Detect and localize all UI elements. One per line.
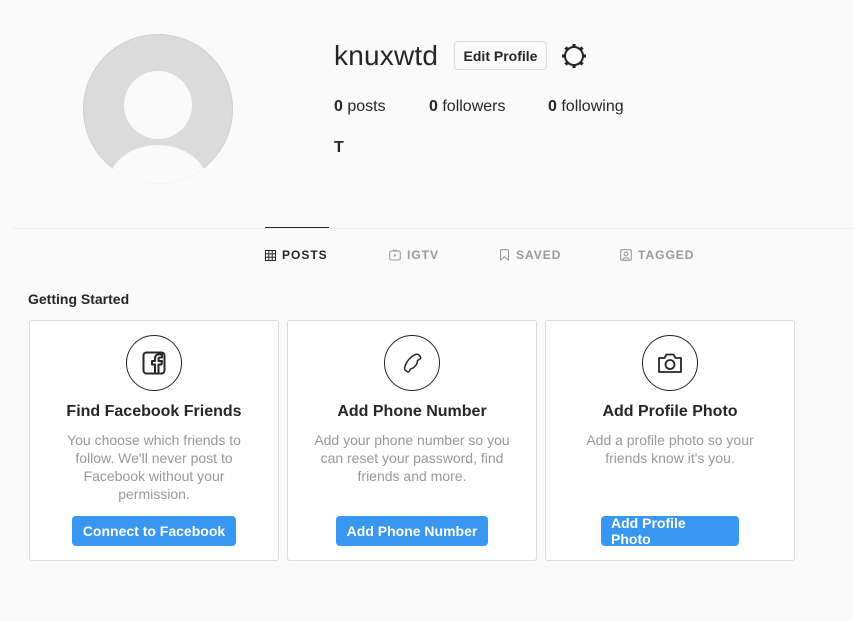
avatar-head-shape	[124, 71, 192, 139]
tabs-divider	[12, 228, 853, 229]
card-facebook-friends: Find Facebook Friends You choose which f…	[29, 320, 279, 561]
profile-username: knuxwtd	[334, 40, 439, 71]
phone-icon	[384, 335, 440, 391]
camera-icon	[642, 335, 698, 391]
avatar[interactable]	[83, 34, 233, 184]
stat-following-count: 0	[548, 98, 557, 115]
facebook-icon	[126, 335, 182, 391]
connect-facebook-button[interactable]: Connect to Facebook	[72, 516, 236, 546]
stat-following-label: following	[556, 98, 624, 115]
tab-tagged-label: TAGGED	[638, 248, 695, 262]
bookmark-icon	[499, 249, 510, 261]
card-description: Add a profile photo so your friends know…	[586, 432, 754, 466]
tab-tagged[interactable]: TAGGED	[620, 248, 694, 262]
card-phone-number: Add Phone Number Add your phone number s…	[287, 320, 537, 561]
card-title: Add Phone Number	[337, 403, 487, 420]
stat-posts-label: posts	[342, 98, 386, 115]
getting-started-title: Getting Started	[28, 291, 130, 307]
tab-posts[interactable]: POSTS	[265, 248, 328, 262]
tab-posts-label: POSTS	[282, 248, 328, 262]
tab-saved-label: SAVED	[516, 248, 562, 262]
profile-full-name: T	[334, 139, 344, 156]
igtv-icon	[389, 249, 401, 261]
tagged-icon	[620, 249, 632, 261]
tab-igtv-label: IGTV	[407, 248, 440, 262]
stat-following[interactable]: 0 following	[548, 98, 624, 116]
avatar-body-shape	[108, 145, 208, 184]
add-phone-number-button[interactable]: Add Phone Number	[336, 516, 488, 546]
stat-posts: 0 posts	[334, 98, 386, 116]
active-tab-indicator	[265, 227, 329, 228]
card-description: You choose which friends to follow. We'l…	[67, 432, 241, 502]
add-profile-photo-button[interactable]: Add Profile Photo	[601, 515, 739, 547]
stat-followers-label: followers	[437, 98, 506, 115]
grid-icon	[265, 249, 276, 261]
gear-icon[interactable]	[559, 41, 589, 71]
tab-igtv[interactable]: IGTV	[389, 248, 439, 262]
tab-saved[interactable]: SAVED	[499, 248, 561, 262]
card-title: Add Profile Photo	[602, 403, 738, 420]
card-title: Find Facebook Friends	[66, 403, 242, 420]
card-profile-photo: Add Profile Photo Add a profile photo so…	[545, 320, 795, 561]
stat-posts-count: 0	[334, 98, 343, 115]
stat-followers[interactable]: 0 followers	[429, 98, 505, 116]
card-description: Add your phone number so you can reset y…	[314, 432, 510, 484]
stat-followers-count: 0	[429, 98, 438, 115]
edit-profile-button[interactable]: Edit Profile	[454, 41, 547, 70]
